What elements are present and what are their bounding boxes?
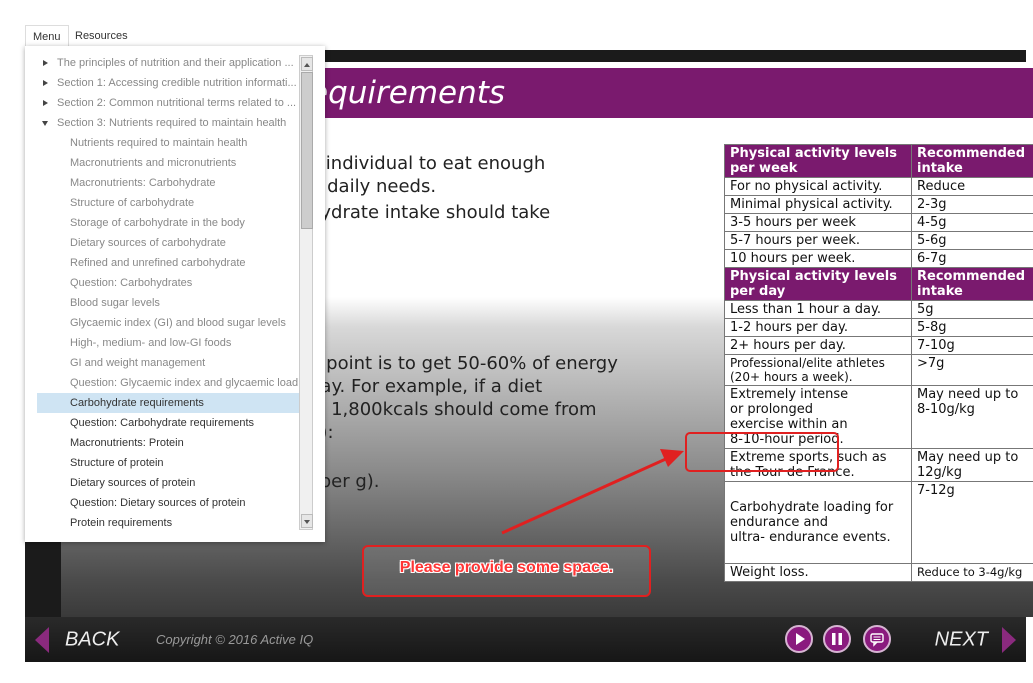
annotation-callout: Please provide some space. (362, 545, 651, 597)
